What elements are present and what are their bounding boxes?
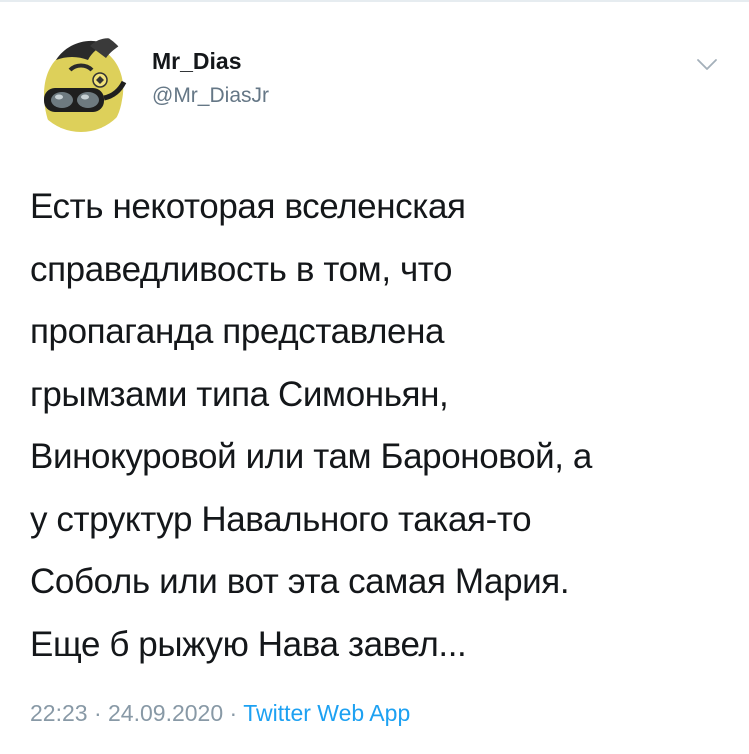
avatar-image	[30, 30, 132, 132]
tweet-card: Mr_Dias @Mr_DiasJr Есть некоторая вселен…	[0, 0, 749, 754]
tweet-text: Есть некоторая вселенская справедливость…	[30, 176, 730, 676]
chevron-down-icon	[697, 59, 717, 70]
tweet-date[interactable]: 24.09.2020	[108, 700, 223, 726]
meta-separator: ·	[229, 700, 238, 726]
tweet-time[interactable]: 22:23	[30, 700, 88, 726]
author-display-name[interactable]: Mr_Dias	[152, 48, 241, 75]
author-handle[interactable]: @Mr_DiasJr	[152, 84, 269, 108]
tweet-text-line: Еще б рыжую Нава завел...	[30, 624, 467, 664]
tweet-text-line: Есть некоторая вселенская	[30, 187, 466, 226]
tweet-text-line: справедливость в том, что	[30, 249, 453, 289]
tweet-text-line: пропаганда представлена	[30, 312, 445, 351]
tweet-text-line: грымзами типа Симоньян,	[30, 374, 449, 414]
tweet-text-line: Винокуровой или там Бароновой, а	[30, 437, 592, 476]
tweet-text-line: Соболь или вот эта самая Мария.	[30, 562, 570, 601]
tweet-menu-button[interactable]	[690, 50, 724, 80]
tweet-source-link[interactable]: Twitter Web App	[243, 700, 410, 726]
tweet-text-line: у структур Навального такая-то	[30, 499, 532, 539]
meta-separator: ·	[93, 700, 102, 726]
avatar[interactable]	[30, 30, 132, 132]
tweet-metadata: 22:23 · 24.09.2020 · Twitter Web App	[30, 700, 410, 727]
